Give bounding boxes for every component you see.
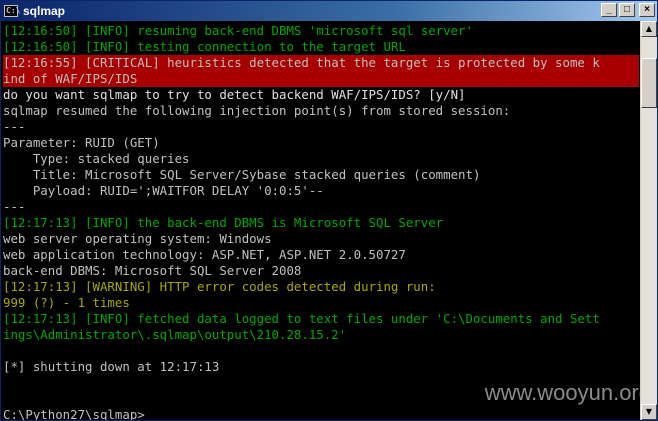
scroll-down-arrow-icon[interactable]: ▼ [641, 404, 657, 420]
window-title: sqlmap [23, 4, 66, 18]
console-line: Type: stacked queries [3, 151, 190, 166]
maximize-button[interactable]: □ [619, 3, 635, 17]
watermark: www.wooyun.org [484, 380, 651, 405]
console-line: [12:17:13] [INFO] fetched data logged to… [3, 311, 600, 326]
console-line: --- [3, 119, 26, 134]
console-line-critical: ind of WAF/IPS/IDS [3, 71, 639, 87]
console-line: Parameter: RUID (GET) [3, 135, 160, 150]
console-line-warning: 999 (?) - 1 times [3, 295, 130, 310]
console-app-icon[interactable]: C:\ [4, 5, 20, 17]
console-window: C:\ sqlmap _ □ × [12:16:50] [INFO] resum… [0, 0, 658, 421]
scroll-thumb[interactable] [641, 58, 657, 108]
console-line: web application technology: ASP.NET, ASP… [3, 247, 406, 262]
console-line: Payload: RUID=';WAITFOR DELAY '0:0:5'-- [3, 183, 324, 198]
console-line: [*] shutting down at 12:17:13 [3, 359, 220, 374]
minimize-button[interactable]: _ [601, 3, 617, 17]
console-line: [12:17:13] [INFO] the back-end DBMS is M… [3, 215, 444, 230]
console-line-prompt: do you want sqlmap to try to detect back… [3, 87, 466, 102]
console-line: web server operating system: Windows [3, 231, 272, 246]
console-line: [12:16:50] [INFO] testing connection to … [3, 39, 406, 54]
console-line: --- [3, 199, 26, 214]
console-line: ings\Administrator\.sqlmap\output\210.28… [3, 327, 347, 342]
console-output[interactable]: [12:16:50] [INFO] resuming back-end DBMS… [3, 23, 639, 420]
close-button[interactable]: × [639, 3, 655, 17]
console-line: back-end DBMS: Microsoft SQL Server 2008 [3, 263, 302, 278]
title-bar[interactable]: C:\ sqlmap _ □ × [1, 1, 657, 21]
command-prompt[interactable]: C:\Python27\sqlmap>_ [3, 407, 639, 420]
window-controls: _ □ × [601, 3, 655, 17]
text-cursor: _ [144, 407, 153, 420]
console-line: [12:16:50] [INFO] resuming back-end DBMS… [3, 23, 473, 38]
console-line: sqlmap resumed the following injection p… [3, 103, 511, 118]
vertical-scrollbar[interactable]: ▲ ▼ [640, 21, 657, 420]
console-line: Title: Microsoft SQL Server/Sybase stack… [3, 167, 481, 182]
console-line-critical: [12:16:55] [CRITICAL] heuristics detecte… [3, 55, 639, 71]
scroll-up-arrow-icon[interactable]: ▲ [641, 21, 657, 37]
console-line-warning: [12:17:13] [WARNING] HTTP error codes de… [3, 279, 436, 294]
prompt-text: C:\Python27\sqlmap> [3, 407, 145, 420]
